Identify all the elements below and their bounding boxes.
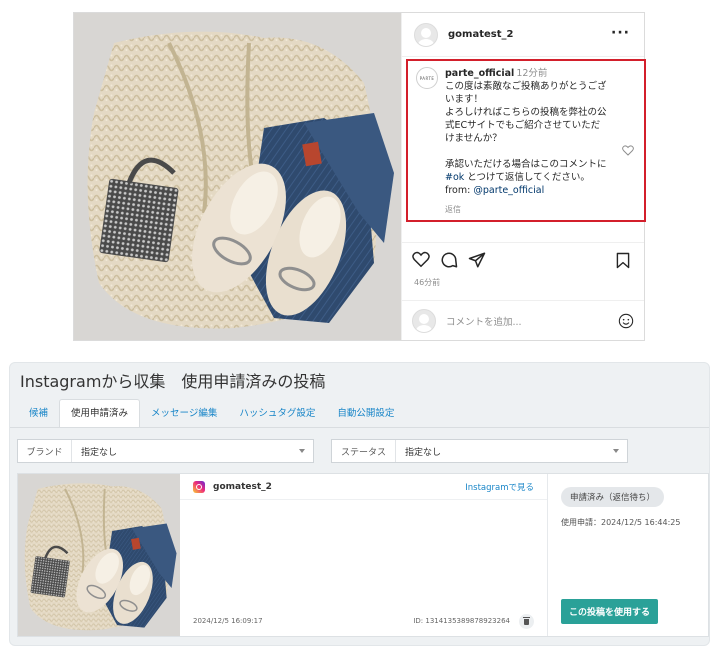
mention-link[interactable]: @parte_official	[473, 185, 544, 196]
card-footer: 2024/12/5 16:09:17 ID: 13141353898789232…	[193, 612, 534, 630]
status-filter[interactable]: ステータス 指定なし	[331, 439, 628, 463]
post-date: 2024/12/5 16:09:17	[193, 617, 263, 625]
card-photo[interactable]	[18, 474, 180, 636]
instagram-post: gomatest_2 ··· PARTE parte_official 12分前 …	[73, 12, 646, 341]
brand-filter[interactable]: ブランド 指定なし	[17, 439, 314, 463]
avatar[interactable]	[414, 22, 438, 47]
comment-line: けませんか？	[445, 133, 502, 144]
avatar	[412, 308, 436, 333]
comment-line: 承認いただける場合はこのコメントに	[445, 159, 607, 170]
post-header: gomatest_2 ···	[402, 13, 644, 57]
chevron-down-icon	[299, 449, 305, 453]
comment-line: います！	[445, 94, 484, 105]
bookmark-icon[interactable]	[616, 252, 630, 269]
post-time: 46分前	[414, 278, 441, 287]
card-header: gomatest_2 Instagramで見る	[180, 474, 547, 500]
tab-message-edit[interactable]: メッセージ編集	[140, 401, 228, 427]
admin-panel: Instagramから収集 使用申請済みの投稿 候補 使用申請済み メッセージ編…	[9, 362, 710, 646]
hashtag-ok[interactable]: #ok	[445, 172, 464, 183]
card-username: gomatest_2	[213, 481, 272, 492]
comment-line: この度は素敵なご投稿ありがとうござ	[445, 81, 607, 92]
trash-icon[interactable]	[519, 613, 534, 629]
tab-bar: 候補 使用申請済み メッセージ編集 ハッシュタグ設定 自動公開設定	[18, 399, 405, 427]
emoji-icon[interactable]	[618, 313, 634, 329]
comment-icon[interactable]	[440, 251, 458, 269]
use-post-button[interactable]: この投稿を使用する	[561, 599, 659, 624]
comment-line: 式ECサイトでもご紹介させていただ	[445, 120, 601, 131]
post-side-panel: gomatest_2 ··· PARTE parte_official 12分前 …	[401, 13, 646, 340]
view-on-instagram-link[interactable]: Instagramで見る	[465, 481, 534, 493]
comment-username[interactable]: parte_official	[445, 68, 514, 79]
from-label: from:	[445, 185, 474, 196]
status-badge: 申請済み（返信待ち）	[561, 487, 665, 507]
post-id: ID: 1314135389878923264	[413, 617, 510, 625]
tab-applied[interactable]: 使用申請済み	[59, 399, 141, 427]
chevron-down-icon	[613, 449, 619, 453]
highlighted-comment: PARTE parte_official 12分前 この度は素敵なご投稿ありがとう…	[406, 59, 646, 222]
comment-time: 12分前	[516, 68, 548, 79]
comment-heart-icon[interactable]	[622, 145, 634, 156]
action-row	[412, 251, 486, 269]
tab-candidates[interactable]: 候補	[18, 401, 59, 427]
brand-filter-value: 指定なし	[81, 447, 118, 458]
comment-line: とつけて返信してください。	[464, 172, 590, 183]
instagram-icon	[193, 480, 205, 493]
heart-icon[interactable]	[412, 251, 430, 268]
page-title: Instagramから収集 使用申請済みの投稿	[20, 372, 326, 391]
tab-divider	[10, 427, 709, 428]
status-filter-value: 指定なし	[405, 447, 442, 458]
parte-logo[interactable]: PARTE	[416, 67, 438, 89]
share-icon[interactable]	[468, 251, 486, 269]
more-options-icon[interactable]: ···	[611, 25, 630, 41]
add-comment-bar: コメントを追加...	[402, 300, 644, 340]
card-details: gomatest_2 Instagramで見る 2024/12/5 16:09:…	[180, 474, 548, 636]
tab-auto-publish[interactable]: 自動公開設定	[326, 401, 405, 427]
apply-date: 使用申請：2024/12/5 16:44:25	[561, 518, 681, 527]
card-status: 申請済み（返信待ち） 使用申請：2024/12/5 16:44:25 この投稿を…	[548, 474, 708, 636]
post-actions: 46分前	[402, 242, 644, 302]
comment-line: よろしければこちらの投稿を弊社の公	[445, 107, 607, 118]
comment-body: parte_official 12分前 この度は素敵なご投稿ありがとうござ います…	[445, 67, 607, 216]
post-photo	[74, 13, 401, 340]
comment: PARTE parte_official 12分前 この度は素敵なご投稿ありがとう…	[416, 67, 624, 216]
reply-link[interactable]: 返信	[445, 203, 607, 216]
post-card: gomatest_2 Instagramで見る 2024/12/5 16:09:…	[17, 473, 709, 637]
status-filter-label: ステータス	[332, 440, 396, 462]
tab-hashtag-settings[interactable]: ハッシュタグ設定	[228, 401, 326, 427]
add-comment-input[interactable]: コメントを追加...	[446, 314, 618, 328]
post-username[interactable]: gomatest_2	[448, 29, 513, 40]
brand-filter-label: ブランド	[18, 440, 72, 462]
